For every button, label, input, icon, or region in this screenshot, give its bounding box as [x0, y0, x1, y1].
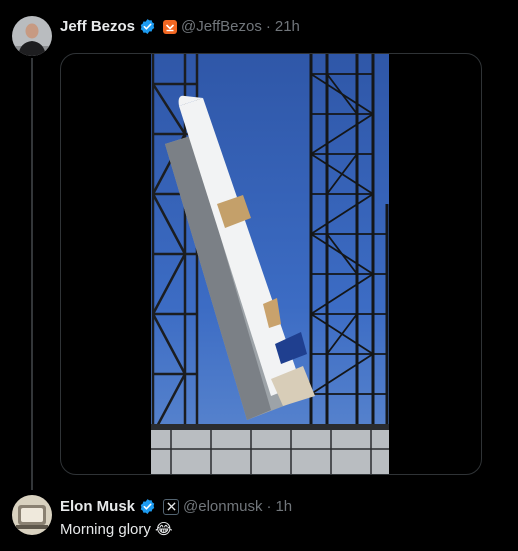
- elon-musk-avatar[interactable]: [12, 495, 52, 535]
- reply-text: Morning glory 😂: [60, 520, 173, 538]
- author-name[interactable]: Jeff Bezos: [60, 18, 135, 35]
- verified-badge-icon[interactable]: [139, 18, 156, 35]
- separator-dot: ·: [266, 498, 272, 515]
- author-handle[interactable]: @JeffBezos: [181, 18, 262, 35]
- author-name[interactable]: Elon Musk: [60, 498, 135, 515]
- tweet-timestamp[interactable]: 21h: [275, 18, 300, 35]
- x-affiliation-icon[interactable]: [163, 498, 180, 515]
- reply-text-body: Morning glory: [60, 521, 151, 538]
- tweet-header: Jeff Bezos @JeffBezos · 21h: [60, 18, 300, 35]
- rocket-launch-video-frame: [151, 54, 389, 474]
- reply-header: Elon Musk @elonmusk · 1h: [60, 498, 292, 515]
- author-handle[interactable]: @elonmusk: [183, 498, 262, 515]
- jeff-bezos-avatar[interactable]: [12, 16, 52, 56]
- blue-origin-affiliation-icon[interactable]: [163, 19, 178, 34]
- verified-badge-icon[interactable]: [139, 498, 156, 515]
- reply-timestamp[interactable]: 1h: [275, 498, 292, 515]
- thread-connector-line: [31, 58, 33, 490]
- separator-dot: ·: [265, 18, 271, 35]
- tweet-media-video[interactable]: [60, 53, 482, 475]
- laughing-tears-emoji-icon: 😂: [155, 520, 173, 538]
